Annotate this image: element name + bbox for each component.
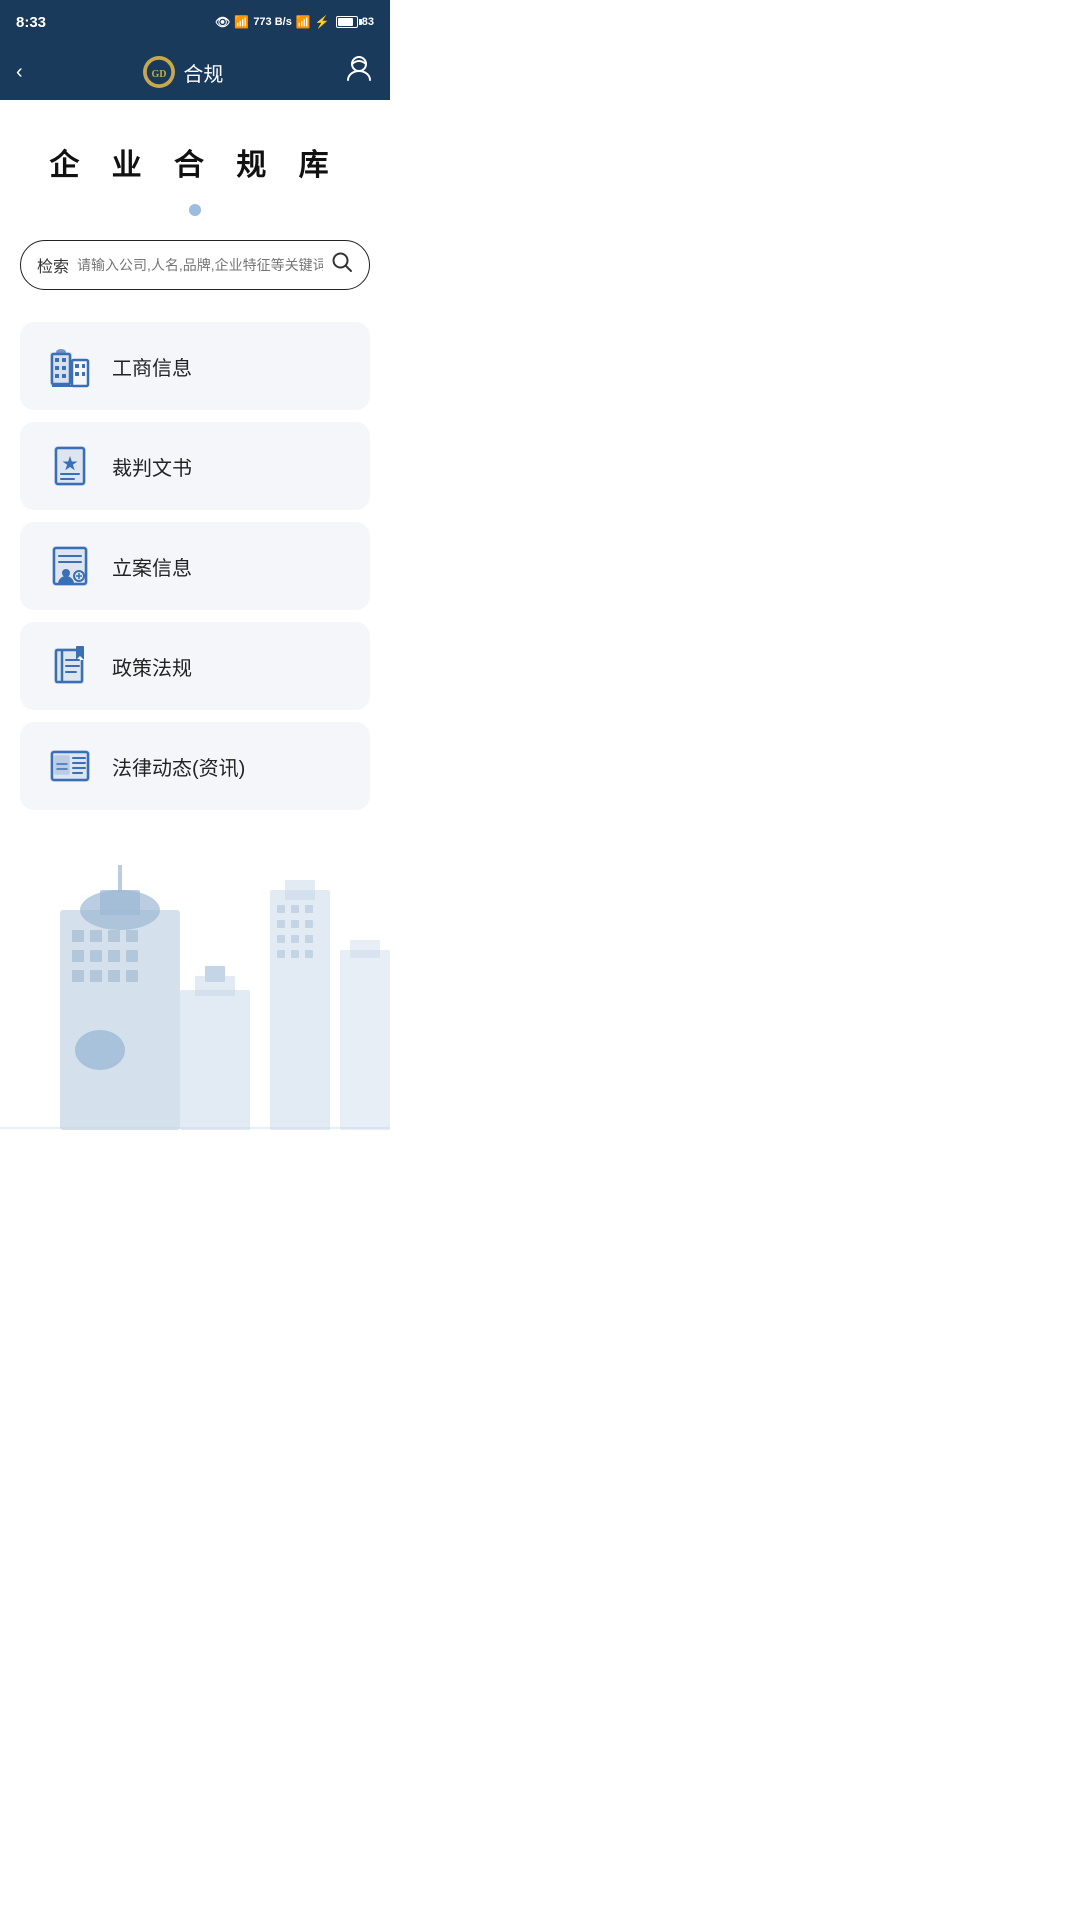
menu-item-falv[interactable]: 法律动态(资讯)	[20, 722, 370, 810]
document-person-icon	[44, 540, 96, 592]
wifi-icon: 📶	[296, 15, 311, 29]
back-button[interactable]: ‹	[16, 61, 23, 84]
menu-item-lian-label: 立案信息	[112, 552, 192, 581]
header-title-group: GD 合规	[143, 56, 223, 88]
search-bar[interactable]: 检索	[20, 240, 370, 290]
status-time: 8:33	[16, 14, 46, 31]
status-bar: 8:33 👁 📶 773 B/s 📶 ⚡ 83	[0, 0, 390, 44]
app-logo: GD	[143, 56, 175, 88]
book-icon	[44, 640, 96, 692]
search-label: 检索	[37, 253, 69, 277]
search-input[interactable]	[77, 257, 323, 273]
menu-item-lian[interactable]: 立案信息	[20, 522, 370, 610]
battery-level: 83	[362, 16, 374, 28]
menu-item-caipan-label: 裁判文书	[112, 452, 192, 481]
document-star-icon	[44, 440, 96, 492]
main-content: 企 业 合 规 库 检索	[0, 100, 390, 1130]
menu-item-gongshang[interactable]: 工商信息	[20, 322, 370, 410]
network-speed: 773 B/s	[253, 16, 292, 28]
page-title: 企 业 合 规 库	[0, 100, 390, 204]
user-avatar-button[interactable]	[344, 54, 374, 91]
app-header: ‹ GD 合规	[0, 44, 390, 100]
news-icon	[44, 740, 96, 792]
header-title-text: 合规	[183, 58, 223, 87]
menu-item-caipan[interactable]: 裁判文书	[20, 422, 370, 510]
skyline-illustration	[0, 850, 390, 1130]
menu-list: 工商信息 裁判文书	[20, 322, 370, 810]
status-icons: 👁 📶 773 B/s 📶 ⚡ 83	[215, 15, 374, 29]
charge-icon: ⚡	[315, 15, 330, 29]
eye-icon: 👁	[215, 15, 230, 29]
battery-icon	[336, 16, 358, 28]
building-icon	[44, 340, 96, 392]
menu-item-gongshang-label: 工商信息	[112, 352, 192, 381]
menu-item-zhengce-label: 政策法规	[112, 652, 192, 681]
menu-item-falv-label: 法律动态(资讯)	[112, 752, 245, 781]
menu-item-zhengce[interactable]: 政策法规	[20, 622, 370, 710]
signal-icon: 📶	[234, 15, 249, 29]
search-icon[interactable]	[331, 251, 353, 279]
svg-text:GD: GD	[152, 69, 167, 80]
decorative-dot	[189, 204, 201, 216]
